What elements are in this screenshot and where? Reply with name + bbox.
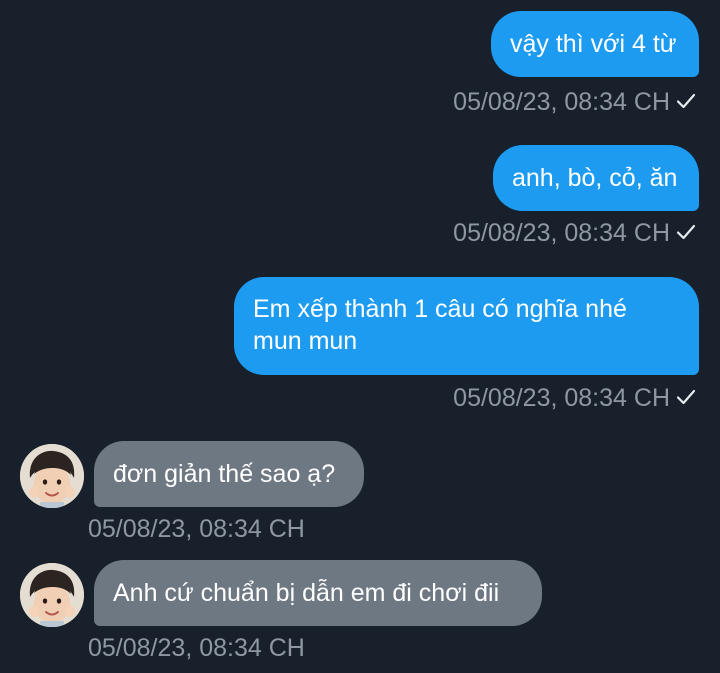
check-icon [676, 217, 696, 247]
message-bubble-incoming[interactable]: đơn giản thế sao ạ? [94, 441, 364, 507]
message-timestamp: 05/08/23, 08:34 CH [88, 515, 305, 543]
message-timestamp: 05/08/23, 08:34 CH [453, 219, 670, 247]
message-timestamp: 05/08/23, 08:34 CH [453, 88, 670, 116]
message-text: Em xếp thành 1 câu có nghĩa nhé mun mun [253, 295, 627, 355]
message-timestamp: 05/08/23, 08:34 CH [453, 384, 670, 412]
message-bubble-outgoing[interactable]: anh, bò, cỏ, ăn [493, 145, 699, 211]
message-timestamp: 05/08/23, 08:34 CH [88, 634, 305, 662]
message-bubble-outgoing[interactable]: vậy thì với 4 từ [491, 11, 699, 77]
check-icon [676, 86, 696, 116]
message-text: Anh cứ chuẩn bị dẫn em đi chơi đii [113, 579, 500, 607]
message-text: đơn giản thế sao ạ? [113, 460, 336, 488]
message-meta: 05/08/23, 08:34 CH [453, 383, 696, 414]
message-text: vậy thì với 4 từ [510, 30, 677, 58]
check-icon [676, 382, 696, 412]
message-meta: 05/08/23, 08:34 CH [453, 87, 696, 118]
message-text: anh, bò, cỏ, ăn [512, 164, 678, 192]
avatar[interactable] [20, 444, 84, 508]
message-bubble-outgoing[interactable]: Em xếp thành 1 câu có nghĩa nhé mun mun [234, 277, 699, 375]
message-meta: 05/08/23, 08:34 CH [453, 218, 696, 249]
message-bubble-incoming[interactable]: Anh cứ chuẩn bị dẫn em đi chơi đii [94, 560, 542, 626]
avatar[interactable] [20, 563, 84, 627]
